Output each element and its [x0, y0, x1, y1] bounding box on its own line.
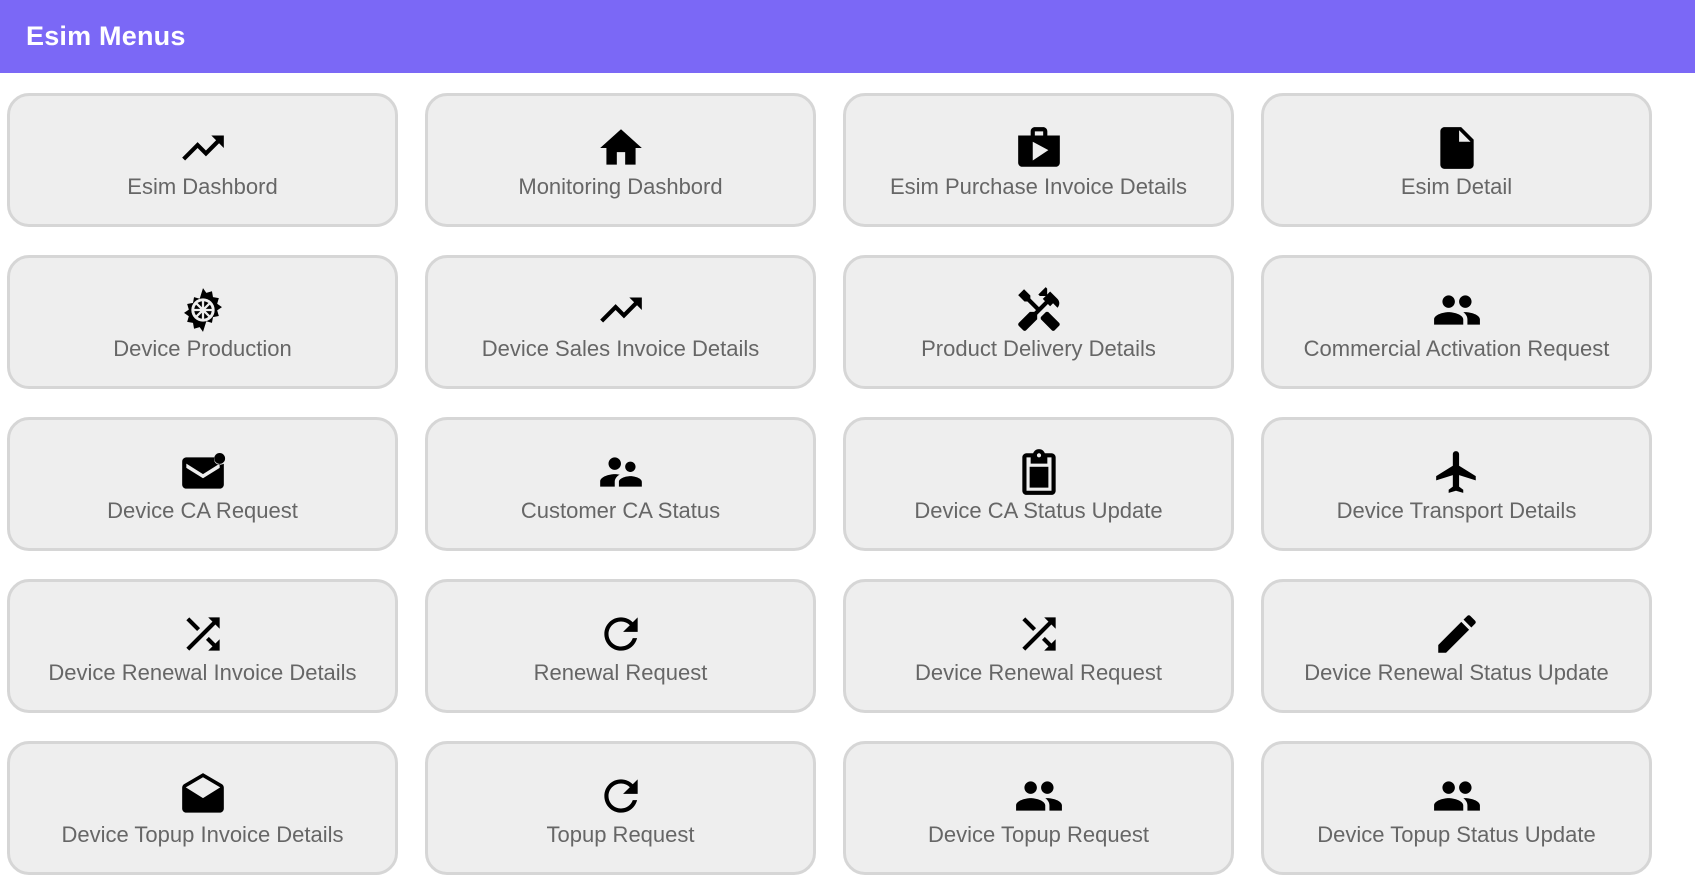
- menu-tile-label: Customer CA Status: [520, 498, 721, 523]
- menu-tile-label: Device Renewal Status Update: [1304, 660, 1609, 685]
- menu-tile-label: Commercial Activation Request: [1303, 336, 1610, 361]
- page-title: Esim Menus: [26, 21, 186, 51]
- menu-tile-label: Device Renewal Request: [914, 660, 1163, 685]
- menu-tile-device-topup-request[interactable]: Device Topup Request: [843, 741, 1234, 875]
- supervisor-icon: [595, 446, 647, 498]
- file-icon: [1431, 122, 1483, 174]
- menu-tile-label: Device Topup Invoice Details: [61, 822, 344, 847]
- clipboard-icon: [1013, 446, 1065, 498]
- menu-tile-device-ca-request[interactable]: Device CA Request: [7, 417, 398, 551]
- menu-tile-label: Device CA Status Update: [914, 498, 1163, 523]
- menu-tile-product-delivery-details[interactable]: Product Delivery Details: [843, 255, 1234, 389]
- menu-tile-esim-dashbord[interactable]: Esim Dashbord: [7, 93, 398, 227]
- airplane-icon: [1431, 446, 1483, 498]
- menu-tile-label: Esim Purchase Invoice Details: [889, 174, 1188, 199]
- menu-tile-label: Device Renewal Invoice Details: [48, 660, 357, 685]
- shop-bag-icon: [1013, 122, 1065, 174]
- menu-tile-device-production[interactable]: Device Production: [7, 255, 398, 389]
- menu-tile-label: Device Sales Invoice Details: [481, 336, 760, 361]
- menu-tile-monitoring-dashbord[interactable]: Monitoring Dashbord: [425, 93, 816, 227]
- menu-tile-label: Device Topup Request: [928, 822, 1149, 847]
- menu-tile-device-renewal-status-update[interactable]: Device Renewal Status Update: [1261, 579, 1652, 713]
- menu-tile-device-topup-status-update[interactable]: Device Topup Status Update: [1261, 741, 1652, 875]
- mail-open-icon: [177, 770, 229, 822]
- trending-up-icon: [595, 284, 647, 336]
- menu-tile-esim-purchase-invoice-details[interactable]: Esim Purchase Invoice Details: [843, 93, 1234, 227]
- home-icon: [595, 122, 647, 174]
- menu-tile-topup-request[interactable]: Topup Request: [425, 741, 816, 875]
- menu-tile-label: Device Topup Status Update: [1317, 822, 1596, 847]
- people-icon: [1431, 770, 1483, 822]
- menu-tile-label: Renewal Request: [533, 660, 708, 685]
- tools-icon: [1013, 284, 1065, 336]
- menu-tile-label: Esim Dashbord: [127, 174, 278, 199]
- menu-tile-label: Esim Detail: [1400, 174, 1513, 199]
- menu-tile-customer-ca-status[interactable]: Customer CA Status: [425, 417, 816, 551]
- menu-tile-device-transport-details[interactable]: Device Transport Details: [1261, 417, 1652, 551]
- shuffle-icon: [177, 608, 229, 660]
- menu-tile-label: Product Delivery Details: [921, 336, 1156, 361]
- menu-tile-label: Device CA Request: [107, 498, 298, 523]
- gear-icon: [177, 284, 229, 336]
- menu-grid: Esim Dashbord Monitoring Dashbord Esim Pur…: [7, 93, 1652, 875]
- menu-tile-commercial-activation-request[interactable]: Commercial Activation Request: [1261, 255, 1652, 389]
- menu-tile-device-ca-status-update[interactable]: Device CA Status Update: [843, 417, 1234, 551]
- shuffle-icon: [1013, 608, 1065, 660]
- app-header: Esim Menus: [0, 0, 1695, 73]
- menu-tile-device-renewal-request[interactable]: Device Renewal Request: [843, 579, 1234, 713]
- people-icon: [1013, 770, 1065, 822]
- menu-tile-renewal-request[interactable]: Renewal Request: [425, 579, 816, 713]
- refresh-icon: [595, 770, 647, 822]
- menu-tile-label: Device Production: [113, 336, 292, 361]
- menu-tile-device-sales-invoice-details[interactable]: Device Sales Invoice Details: [425, 255, 816, 389]
- menu-tile-label: Device Transport Details: [1336, 498, 1577, 523]
- people-icon: [1431, 284, 1483, 336]
- menu-tile-device-topup-invoice-details[interactable]: Device Topup Invoice Details: [7, 741, 398, 875]
- menu-tile-label: Topup Request: [546, 822, 695, 847]
- pencil-icon: [1431, 608, 1483, 660]
- menu-tile-label: Monitoring Dashbord: [518, 174, 723, 199]
- menu-tile-device-renewal-invoice-details[interactable]: Device Renewal Invoice Details: [7, 579, 398, 713]
- trending-up-icon: [177, 122, 229, 174]
- mail-unread-icon: [177, 446, 229, 498]
- menu-tile-esim-detail[interactable]: Esim Detail: [1261, 93, 1652, 227]
- refresh-icon: [595, 608, 647, 660]
